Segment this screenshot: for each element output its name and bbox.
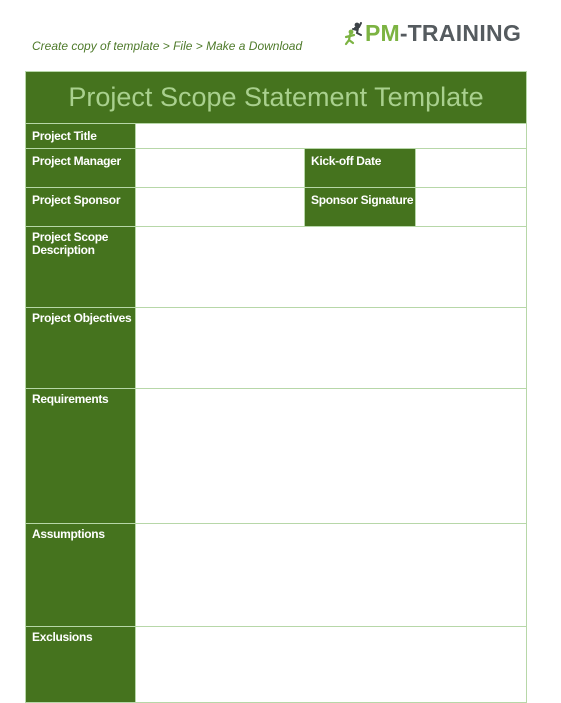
logo-pm-text: PM	[365, 19, 400, 46]
assumptions-label: Assumptions	[25, 523, 136, 627]
project-manager-field[interactable]	[135, 148, 305, 188]
logo-training-text: TRAINING	[407, 19, 522, 46]
requirements-field[interactable]	[134, 388, 528, 524]
document-title: Project Scope Statement Template	[24, 71, 528, 124]
assumptions-field[interactable]	[134, 523, 528, 627]
kickoff-date-field[interactable]	[414, 148, 528, 188]
scope-statement-sheet: Project Scope Statement Template Project…	[24, 71, 528, 703]
instructions-text: Create copy of template > File > Make a …	[32, 39, 303, 53]
exclusions-field[interactable]	[134, 626, 528, 703]
sponsor-signature-label: Sponsor Signature	[304, 187, 416, 227]
objectives-field[interactable]	[134, 307, 528, 389]
project-title-label: Project Title	[25, 123, 136, 149]
requirements-label: Requirements	[25, 388, 136, 524]
project-manager-label: Project Manager	[25, 148, 136, 188]
runner-icon	[344, 22, 362, 46]
logo-dash-text: -	[399, 19, 408, 46]
objectives-label: Project Objectives	[25, 307, 136, 389]
scope-statement-table: Project Scope Statement Template Project…	[24, 71, 528, 703]
project-sponsor-label: Project Sponsor	[25, 187, 136, 227]
scope-description-label: Project Scope Description	[25, 226, 136, 308]
scope-description-field[interactable]	[134, 226, 528, 308]
project-sponsor-field[interactable]	[135, 187, 305, 227]
project-title-field[interactable]	[134, 123, 528, 149]
kickoff-date-label: Kick-off Date	[304, 148, 416, 188]
sponsor-signature-field[interactable]	[414, 187, 528, 227]
pm-training-logo: PM - TRAINING	[344, 18, 521, 48]
exclusions-label: Exclusions	[25, 626, 136, 703]
